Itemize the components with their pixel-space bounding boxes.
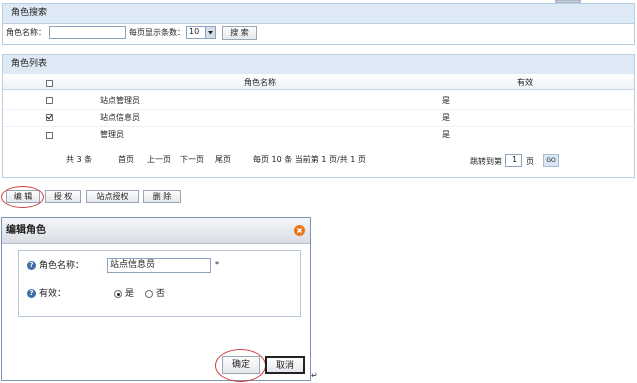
pager-first-link[interactable]: 首页 [118, 155, 134, 165]
row-name: 站点管理员 [100, 96, 140, 105]
help-circle-icon: ? [27, 261, 36, 270]
role-name-input[interactable] [49, 26, 126, 39]
pager-jump-input[interactable]: 1 [505, 154, 522, 167]
page-size-label: 每页显示条数： [129, 28, 185, 37]
valid-yes-label: 是 [125, 289, 135, 299]
highlight-ellipse [1, 186, 44, 208]
role-list-title: 角色列表 [3, 55, 634, 75]
page-size-value: 10 [189, 27, 200, 36]
required-mark: * [215, 260, 219, 269]
pager-go-button[interactable]: GO [543, 154, 559, 167]
row-name: 管理员 [100, 130, 124, 139]
valid-no-radio[interactable] [145, 290, 153, 298]
row-checkbox[interactable] [46, 132, 53, 139]
site-grant-button[interactable]: 站点授权 [86, 190, 139, 203]
pager-info: 每页 10 条 当前第 1 页/共 1 页 [253, 155, 366, 164]
return-mark-icon: ↵ [311, 371, 318, 380]
valid-no-label: 否 [156, 289, 166, 299]
grant-button[interactable]: 授 权 [45, 190, 81, 203]
column-header-valid: 有效 [517, 78, 533, 87]
dialog-name-input[interactable]: 站点信息员 [107, 258, 211, 273]
row-checkbox[interactable] [46, 97, 53, 104]
valid-yes-radio[interactable] [114, 290, 122, 298]
row-valid: 是 [442, 130, 450, 139]
close-icon[interactable] [294, 225, 305, 236]
pager-last-link[interactable]: 尾页 [215, 155, 231, 165]
dropdown-arrow-icon[interactable] [205, 27, 215, 38]
cancel-button[interactable]: 取消 [265, 356, 305, 374]
dialog-valid-label: 有效： [39, 289, 67, 299]
search-button[interactable]: 搜 索 [222, 26, 257, 40]
pager-next-link[interactable]: 下一页 [180, 155, 204, 165]
row-name: 站点信息员 [100, 113, 140, 122]
dialog-title: 编辑角色 [2, 218, 310, 244]
delete-button[interactable]: 删 除 [143, 190, 181, 203]
pager-page-suffix: 页 [526, 157, 534, 166]
highlight-ellipse [215, 349, 266, 382]
table-header [3, 74, 634, 90]
pager-jump-label: 跳转到第 [470, 157, 502, 166]
page-size-select[interactable]: 10 [186, 26, 216, 39]
select-all-checkbox[interactable] [46, 80, 53, 87]
dialog-name-label: 角色名称： [39, 261, 85, 271]
help-circle-icon: ? [27, 289, 36, 298]
row-valid: 是 [442, 113, 450, 122]
row-valid: 是 [442, 96, 450, 105]
row-divider [3, 126, 635, 127]
row-divider [3, 109, 635, 110]
column-header-name: 角色名称 [244, 78, 276, 87]
role-name-label: 角色名称： [6, 28, 46, 37]
search-panel-title: 角色搜索 [3, 4, 634, 24]
pager-prev-link[interactable]: 上一页 [147, 155, 171, 165]
pager-total: 共 3 条 [66, 155, 93, 164]
row-checkbox-checked[interactable] [46, 114, 53, 121]
